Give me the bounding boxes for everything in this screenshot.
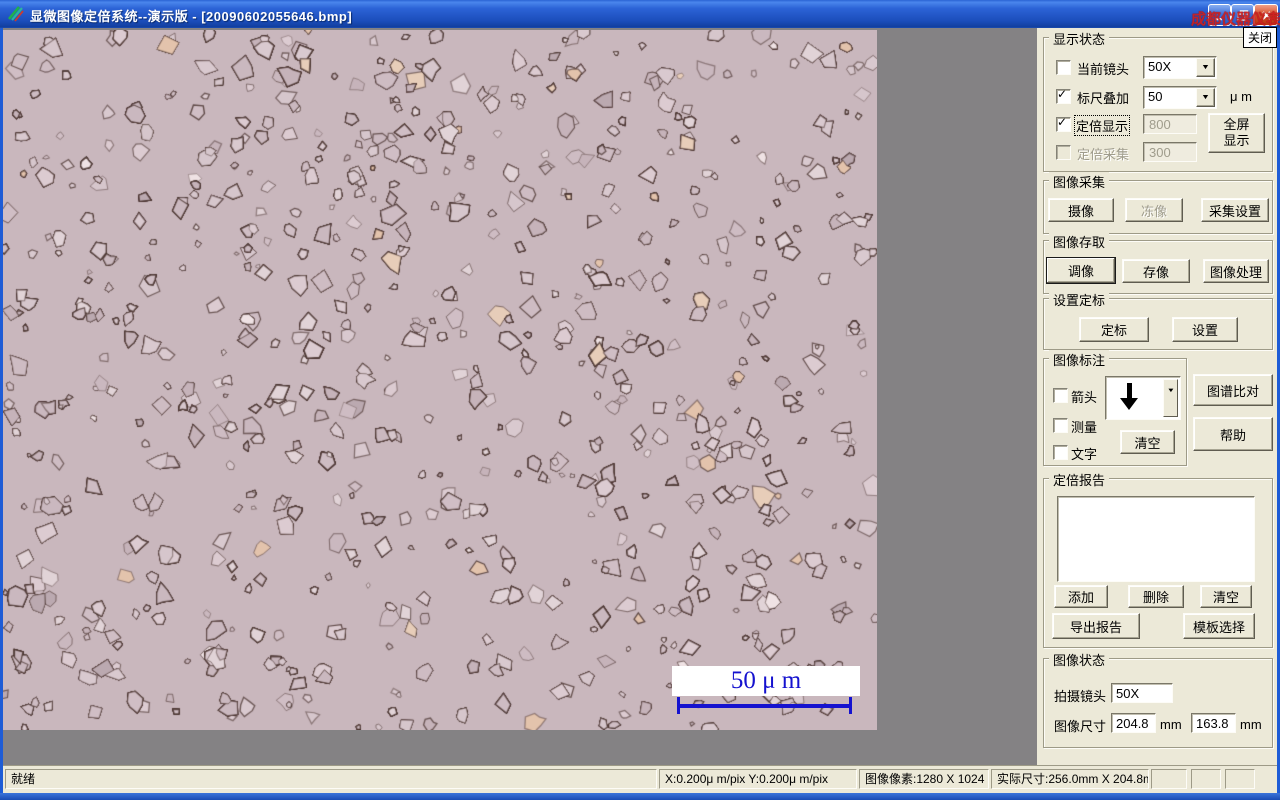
capture-settings-button[interactable]: 采集设置	[1201, 198, 1269, 222]
measure-label[interactable]: 测量	[1071, 417, 1097, 436]
lens-label: 拍摄镜头	[1054, 689, 1107, 704]
status-empty-panel	[1225, 769, 1255, 789]
fixed-capture-checkbox[interactable]	[1056, 145, 1071, 160]
arrow-style-combobox[interactable]: ▼	[1105, 376, 1181, 420]
status-image-pixels: 图像像素:1280 X 1024	[859, 769, 989, 789]
window-title: 显微图像定倍系统--演示版 - [20090602055646.bmp]	[30, 9, 353, 24]
help-button[interactable]: 帮助	[1193, 417, 1273, 451]
arrow-checkbox[interactable]	[1053, 388, 1068, 403]
report-add-button[interactable]: 添加	[1054, 585, 1108, 608]
text-label[interactable]: 文字	[1071, 444, 1097, 463]
width-unit-label: mm	[1160, 717, 1182, 732]
image-viewport[interactable]	[3, 30, 877, 730]
measure-checkbox[interactable]	[1053, 418, 1068, 433]
scale-bar-tick-left	[677, 697, 680, 714]
status-bar: 就绪 X:0.200μ m/pix Y:0.200μ m/pix 图像像素:12…	[3, 765, 1277, 793]
group-title: 设置定标	[1049, 290, 1110, 309]
scale-overlay-checkbox[interactable]: ✓	[1056, 87, 1071, 104]
scale-value: 50	[1148, 89, 1163, 104]
save-image-button[interactable]: 存像	[1122, 259, 1190, 283]
app-window: 显微图像定倍系统--演示版 - [20090602055646.bmp] 成都仪…	[0, 0, 1280, 800]
report-group: 定倍报告 添加 删除 清空 导出报告 模板选择	[1043, 470, 1273, 648]
dropdown-button[interactable]: ▼	[1196, 58, 1215, 77]
scale-value-combobox[interactable]: 50 ▼	[1143, 86, 1217, 109]
check-icon: ✓	[1057, 115, 1068, 129]
fixed-display-checkbox[interactable]: ✓	[1056, 115, 1071, 132]
fixed-capture-field[interactable]: 300	[1143, 142, 1197, 162]
chevron-down-icon: ▼	[1200, 64, 1211, 71]
scale-unit-label: μ m	[1230, 89, 1252, 104]
fullscreen-button-line2: 显示	[1223, 133, 1250, 148]
close-tooltip: 关闭	[1243, 27, 1278, 48]
scale-overlay-label[interactable]: 标尺叠加	[1077, 88, 1129, 107]
current-lens-value: 50X	[1148, 59, 1172, 74]
report-delete-button[interactable]: 删除	[1128, 585, 1184, 608]
window-border-bottom	[0, 793, 1280, 800]
shoot-button[interactable]: 摄像	[1048, 198, 1114, 222]
fixed-display-field[interactable]: 800	[1143, 114, 1197, 134]
display-status-group: 显示状态 当前镜头 50X ▼ ✓ 标尺叠加 50 ▼ μ m ✓ 定倍显示 8…	[1043, 29, 1273, 172]
height-field[interactable]: 163.8	[1191, 713, 1236, 733]
report-clear-button[interactable]: 清空	[1200, 585, 1252, 608]
scale-bar-line	[678, 704, 852, 708]
current-lens-label[interactable]: 当前镜头	[1077, 59, 1129, 78]
fixed-display-label[interactable]: 定倍显示	[1073, 115, 1131, 136]
lens-field[interactable]: 50X	[1111, 683, 1173, 703]
fullscreen-button[interactable]: 全屏 显示	[1208, 113, 1265, 153]
group-title: 图像采集	[1049, 172, 1110, 191]
dropdown-button[interactable]: ▼	[1163, 379, 1178, 417]
calibration-group: 设置定标 定标 设置	[1043, 290, 1273, 350]
export-report-button[interactable]: 导出报告	[1052, 613, 1140, 639]
dropdown-button[interactable]: ▼	[1196, 88, 1215, 107]
check-icon: ✓	[1057, 87, 1068, 101]
atlas-compare-button[interactable]: 图谱比对	[1193, 374, 1273, 406]
freeze-button[interactable]: 冻像	[1125, 198, 1183, 222]
group-title: 显示状态	[1049, 29, 1110, 48]
status-resolution: X:0.200μ m/pix Y:0.200μ m/pix	[659, 769, 857, 789]
arrow-down-glyph	[1119, 383, 1139, 410]
annotation-clear-button[interactable]: 清空	[1120, 430, 1175, 454]
report-listbox[interactable]	[1057, 496, 1255, 582]
image-status-group: 图像状态 拍摄镜头 50X 图像尺寸 204.8 mm 163.8 mm	[1043, 650, 1273, 748]
micrograph-canvas	[3, 30, 877, 730]
chevron-down-icon: ▼	[1166, 388, 1175, 394]
group-title: 图像状态	[1049, 650, 1110, 669]
template-select-button[interactable]: 模板选择	[1183, 613, 1255, 639]
calibrate-button[interactable]: 定标	[1079, 317, 1149, 342]
width-field[interactable]: 204.8	[1111, 713, 1156, 733]
load-image-button[interactable]: 调像	[1046, 257, 1116, 284]
status-ready: 就绪	[5, 769, 657, 789]
image-capture-group: 图像采集 摄像 冻像 采集设置	[1043, 172, 1273, 234]
app-logo-icon	[8, 6, 24, 22]
vendor-watermark: 成都仪器仪表	[1191, 11, 1280, 28]
image-process-button[interactable]: 图像处理	[1203, 259, 1269, 283]
status-actual-size: 实际尺寸:256.0mm X 204.8mm	[991, 769, 1149, 789]
status-empty-panel	[1151, 769, 1187, 789]
current-lens-checkbox[interactable]	[1056, 60, 1071, 75]
height-unit-label: mm	[1240, 717, 1262, 732]
scale-bar-label-box: 50 μ m	[672, 666, 860, 696]
arrow-label[interactable]: 箭头	[1071, 387, 1097, 406]
calibration-settings-button[interactable]: 设置	[1172, 317, 1238, 342]
chevron-down-icon: ▼	[1200, 94, 1211, 101]
group-title: 图像存取	[1049, 232, 1110, 251]
group-title: 图像标注	[1049, 350, 1110, 369]
annotation-group: 图像标注 箭头 测量 文字 ▼ 清空	[1043, 350, 1187, 466]
fullscreen-button-line1: 全屏	[1223, 117, 1250, 132]
group-title: 定倍报告	[1049, 470, 1110, 489]
fixed-capture-label: 定倍采集	[1077, 147, 1130, 162]
current-lens-combobox[interactable]: 50X ▼	[1143, 56, 1217, 79]
scale-bar-text: 50 μ m	[730, 667, 802, 694]
scale-bar-tick-right	[849, 697, 852, 714]
text-checkbox[interactable]	[1053, 445, 1068, 460]
size-label: 图像尺寸	[1054, 719, 1107, 734]
image-storage-group: 图像存取 调像 存像 图像处理	[1043, 232, 1273, 294]
title-bar: 显微图像定倍系统--演示版 - [20090602055646.bmp]	[0, 0, 1280, 28]
status-empty-panel	[1191, 769, 1221, 789]
